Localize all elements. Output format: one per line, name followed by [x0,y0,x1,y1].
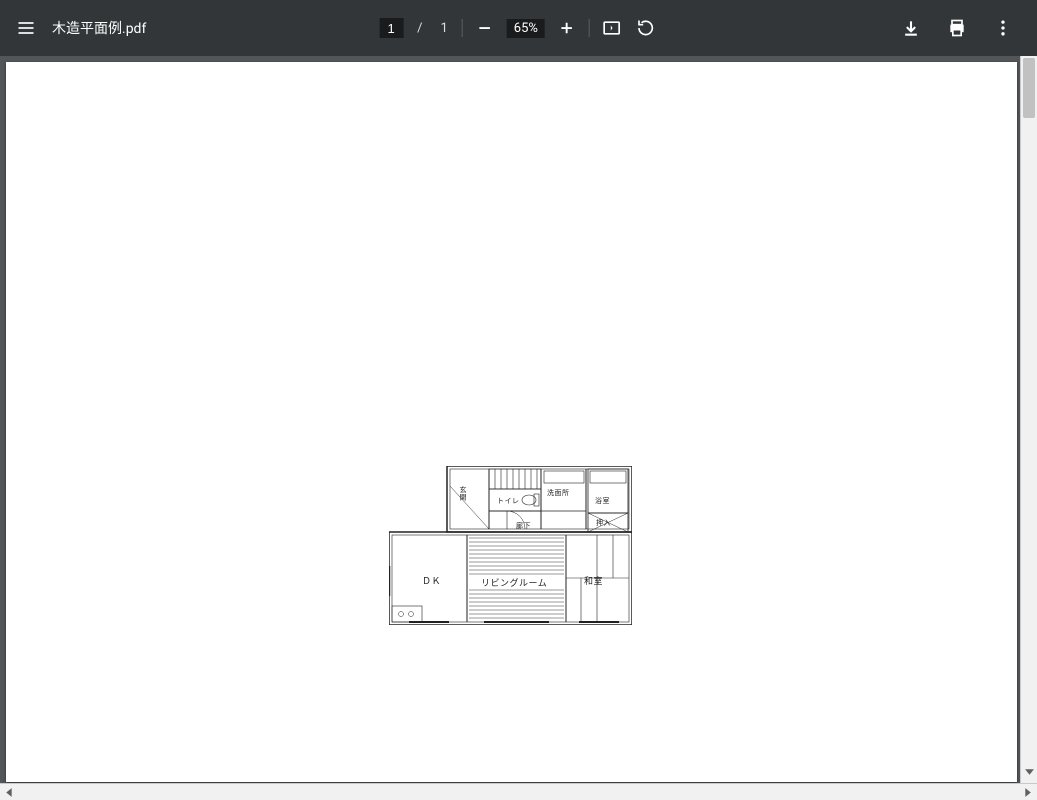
scroll-right-arrow-icon[interactable] [1020,785,1035,800]
page-total: 1 [437,21,452,36]
floor-plan-drawing: 玄関 トイレ 洗面所 浴室 押入 廊下 ＤＫ リビングルーム 和室 [389,466,632,625]
rotate-button[interactable] [634,16,658,40]
fit-page-button[interactable] [600,16,624,40]
label-hallway: 廊下 [516,521,531,531]
scroll-left-arrow-icon[interactable] [2,785,17,800]
label-washroom: 洗面所 [547,488,570,498]
label-tatami: 和室 [584,574,603,587]
label-bath: 浴室 [595,496,610,506]
page-separator: / [413,21,426,36]
label-closet: 押入 [596,518,611,528]
print-button[interactable] [945,16,969,40]
label-toilet: トイレ [497,496,520,506]
horizontal-scrollbar[interactable] [0,783,1037,800]
vertical-scrollbar[interactable] [1020,56,1037,783]
pdf-viewer-area[interactable]: 玄関 トイレ 洗面所 浴室 押入 廊下 ＤＫ リビングルーム 和室 [0,56,1037,783]
toolbar-separator [462,19,463,37]
label-living: リビングルーム [479,576,549,589]
label-entrance: 玄関 [458,486,468,501]
document-filename: 木造平面例.pdf [52,18,146,38]
hamburger-menu-icon[interactable] [14,16,38,40]
zoom-level-display[interactable]: 65% [507,19,545,38]
zoom-out-button[interactable] [473,16,497,40]
pdf-toolbar: 木造平面例.pdf / 1 65% [0,0,1037,56]
toolbar-separator [589,19,590,37]
scrollbar-thumb[interactable] [1023,58,1035,118]
toolbar-right-controls [899,16,1023,40]
pdf-page: 玄関 トイレ 洗面所 浴室 押入 廊下 ＤＫ リビングルーム 和室 [6,62,1017,782]
label-dk: ＤＫ [422,574,441,587]
download-button[interactable] [899,16,923,40]
scroll-down-arrow-icon[interactable] [1021,762,1037,781]
toolbar-center-controls: / 1 65% [379,16,658,40]
zoom-in-button[interactable] [555,16,579,40]
more-options-button[interactable] [991,16,1015,40]
page-number-input[interactable] [379,18,403,38]
